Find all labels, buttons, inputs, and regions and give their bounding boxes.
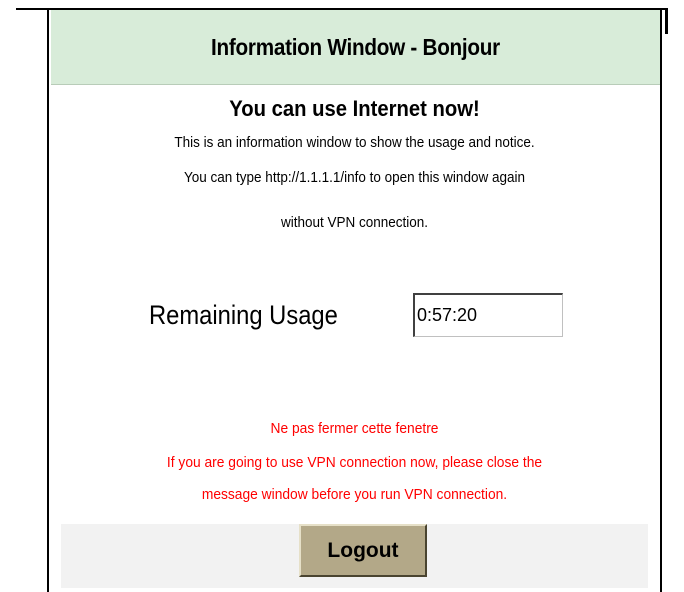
information-window: Information Window - Bonjour You can use… [47, 10, 662, 592]
info-line-3: without VPN connection. [280, 214, 429, 231]
right-border-fragment [665, 8, 668, 34]
logout-button[interactable]: Logout [299, 524, 427, 577]
info-line-1: This is an information window to show th… [174, 134, 535, 151]
window-title: Information Window - Bonjour [211, 33, 500, 60]
info-line-2: You can type http://1.1.1.1/info to open… [183, 169, 525, 186]
notice-line-1: Ne pas fermer cette fenetre [270, 420, 439, 437]
notice-line-2: If you are going to use VPN connection n… [166, 454, 543, 471]
window-header: Information Window - Bonjour [51, 10, 660, 85]
notice-line-3: message window before you run VPN connec… [201, 486, 508, 503]
remaining-usage-field[interactable] [413, 293, 563, 337]
status-headline: You can use Internet now! [229, 96, 480, 121]
remaining-usage-row: Remaining Usage [49, 293, 660, 341]
remaining-usage-label: Remaining Usage [149, 300, 338, 330]
